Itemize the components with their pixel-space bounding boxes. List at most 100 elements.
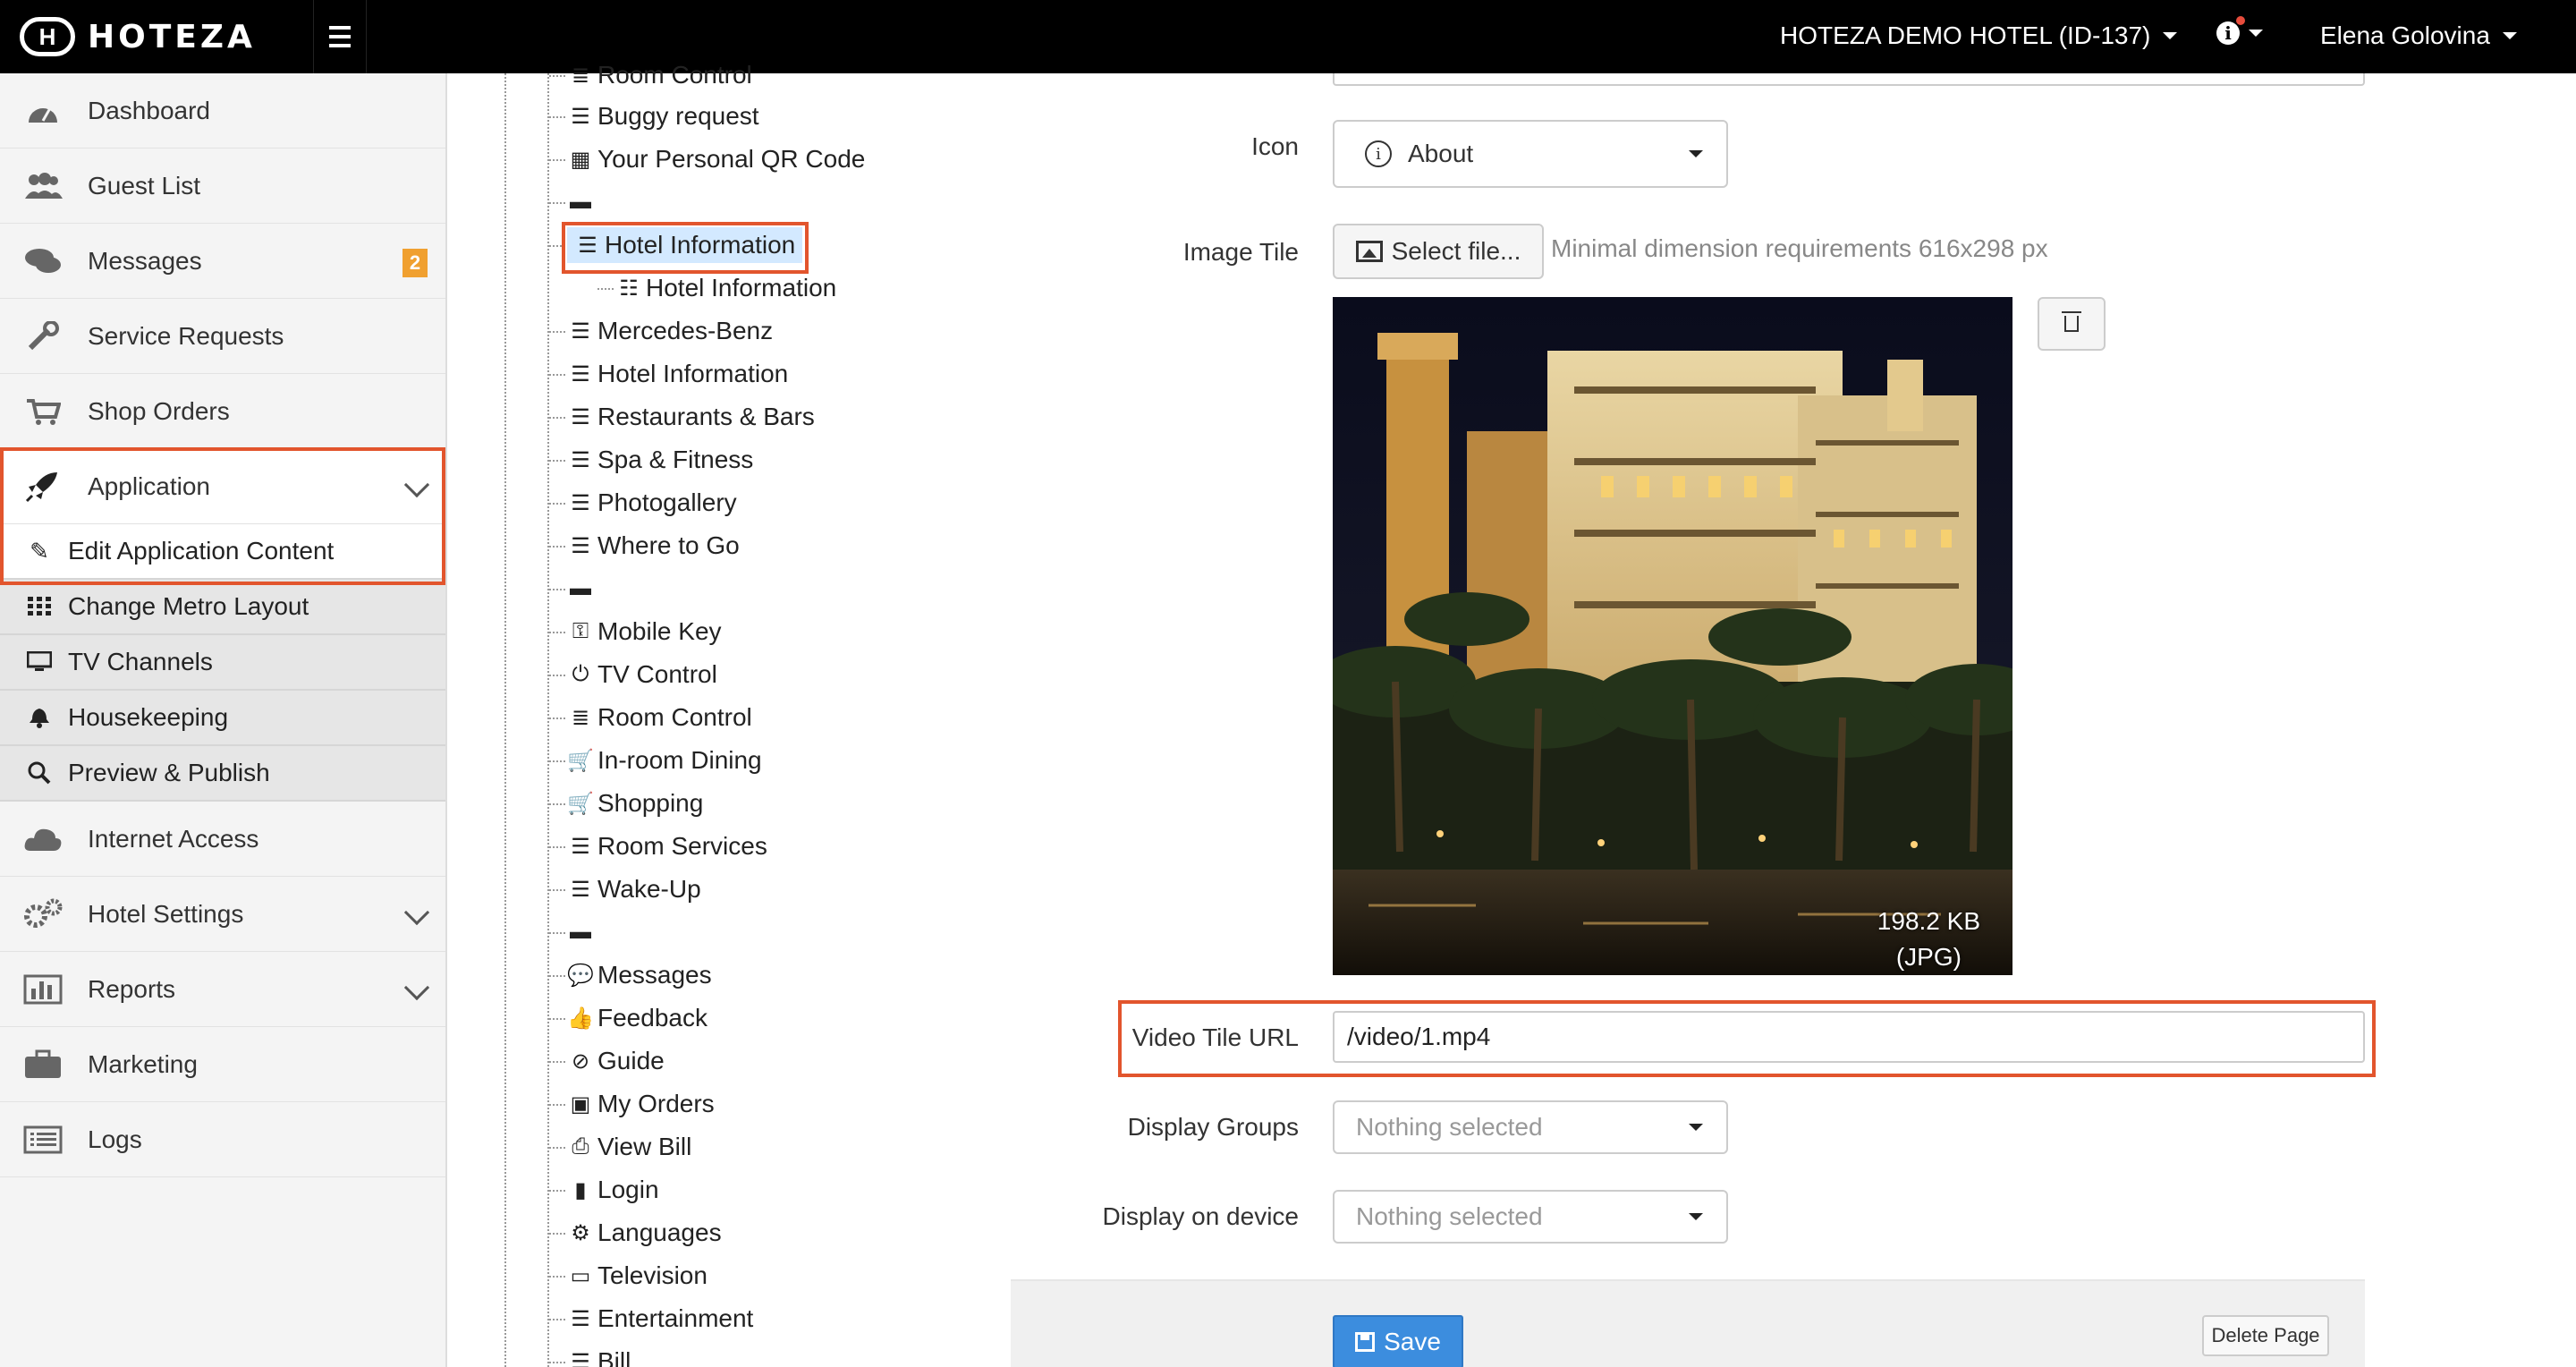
tree-node[interactable]: ≣ Room Control xyxy=(549,57,752,93)
monitor-icon xyxy=(25,651,54,673)
chevron-down-icon xyxy=(403,974,430,1001)
tree-node[interactable]: 👍 Feedback xyxy=(549,1000,708,1036)
sidebar-subitem-preview-publish[interactable]: Preview & Publish xyxy=(0,746,445,802)
sidebar: Dashboard Guest List Messages 2 Service … xyxy=(0,73,447,1367)
tree-guide-line xyxy=(547,73,549,1367)
top-bar: H HOTEZA HOTEZA DEMO HOTEL (ID-137) i El… xyxy=(0,0,2576,73)
tree-node-label: Mercedes-Benz xyxy=(597,317,774,344)
tree-node[interactable]: 🛒 In-room Dining xyxy=(549,743,762,778)
delete-image-button[interactable] xyxy=(2038,297,2106,351)
chevron-down-icon xyxy=(2249,30,2263,37)
tree-node[interactable]: ☰ Entertainment xyxy=(548,1301,753,1337)
sidebar-item-messages[interactable]: Messages 2 xyxy=(0,224,445,299)
hotel-photo xyxy=(1333,297,2012,975)
tree-node[interactable]: ☰ Where to Go xyxy=(549,528,740,564)
display-on-device-select[interactable]: Nothing selected xyxy=(1333,1190,1728,1244)
tree-node[interactable]: ▮ Login xyxy=(549,1172,659,1208)
sidebar-item-shop-orders[interactable]: Shop Orders xyxy=(0,374,445,449)
sidebar-item-logs[interactable]: Logs xyxy=(0,1102,445,1177)
tree-node[interactable]: ☰ Bill xyxy=(548,1344,631,1367)
image-tile-label: Image Tile xyxy=(1182,238,1299,266)
tree-node[interactable]: ⎙ View Bill xyxy=(548,1129,692,1165)
tree-node[interactable]: ☰ Hotel Information xyxy=(548,227,803,263)
tree-node-icon: ☰ xyxy=(571,877,590,902)
tree-node-icon: 🛒 xyxy=(567,791,594,816)
tree-node-icon: 🛒 xyxy=(567,748,594,773)
sidebar-item-reports[interactable]: Reports xyxy=(0,952,445,1027)
display-groups-select[interactable]: Nothing selected xyxy=(1333,1100,1728,1154)
rocket-icon xyxy=(16,469,70,505)
select-file-button[interactable]: Select file... xyxy=(1333,224,1544,279)
tree-node-icon: ☰ xyxy=(571,404,590,429)
tree-node[interactable]: ☰ Mercedes-Benz xyxy=(548,313,774,349)
tree-node[interactable]: ▬ xyxy=(549,184,597,220)
tree-node-icon: ▬ xyxy=(570,190,591,214)
tree-node[interactable]: ⊘ Guide xyxy=(549,1043,665,1079)
video-tile-url-input[interactable]: /video/1.mp4 xyxy=(1333,1011,2365,1063)
cogs-icon xyxy=(16,896,70,932)
sidebar-item-application[interactable]: Application xyxy=(0,449,445,524)
tree-node-label: Photogallery xyxy=(597,488,737,516)
users-icon xyxy=(16,168,70,204)
tree-node[interactable]: ⏻ TV Control xyxy=(549,657,717,692)
tree-node[interactable]: ▦ Your Personal QR Code xyxy=(548,141,865,177)
tree-node[interactable]: ☰ Restaurants & Bars xyxy=(549,399,815,435)
hotel-selector[interactable]: HOTEZA DEMO HOTEL (ID-137) xyxy=(1780,21,2178,50)
sidebar-subitem-tv-channels[interactable]: TV Channels xyxy=(0,635,445,691)
tree-node-label: Shopping xyxy=(597,789,704,817)
tree-guide-line xyxy=(504,73,506,1367)
tree-node-icon: ☰ xyxy=(571,104,590,129)
tree-node-icon: ☰ xyxy=(571,1306,590,1331)
sidebar-item-hotel-settings[interactable]: Hotel Settings xyxy=(0,877,445,952)
menu-toggle-icon[interactable] xyxy=(313,0,367,73)
tree-node[interactable]: 💬 Messages xyxy=(549,957,712,993)
tree-node-icon: ☰ xyxy=(571,1349,590,1367)
tree-node-label: Hotel Information xyxy=(597,360,789,387)
tree-node-label: View Bill xyxy=(597,1133,692,1160)
tree-node-icon: ☰ xyxy=(571,361,590,386)
save-button[interactable]: Save xyxy=(1333,1315,1463,1367)
tree-node-label: Room Control xyxy=(597,703,752,731)
icon-select-value: About xyxy=(1408,140,1474,167)
tree-node[interactable]: ☰ Spa & Fitness xyxy=(548,442,753,478)
tree-node[interactable]: ⚿ Mobile Key xyxy=(549,614,722,650)
tree-node[interactable]: ☰ Wake-Up xyxy=(549,871,701,907)
briefcase-icon xyxy=(16,1047,70,1083)
tree-node[interactable]: ▭ Television xyxy=(549,1258,708,1294)
tree-node[interactable]: ☰ Buggy request xyxy=(549,98,759,134)
tree-node[interactable]: ▬ xyxy=(549,914,597,950)
display-on-device-label: Display on device xyxy=(1102,1202,1299,1230)
tree-node[interactable]: ▣ My Orders xyxy=(549,1086,715,1122)
user-menu[interactable]: Elena Golovina xyxy=(2320,21,2517,50)
tree-node-icon: ☰ xyxy=(571,318,590,344)
info-menu[interactable]: i xyxy=(2216,16,2263,45)
tree-node-label: Room Control xyxy=(597,61,752,89)
tree-node-icon: ☰ xyxy=(578,233,597,258)
delete-page-button[interactable]: Delete Page xyxy=(2202,1315,2329,1356)
tree-node[interactable]: ☰ Photogallery xyxy=(549,485,737,521)
tree-node[interactable]: ⚙ Languages xyxy=(549,1215,722,1251)
form-footer xyxy=(1011,1279,2365,1367)
tree-node-icon: ▦ xyxy=(570,147,591,172)
tree-node-label: Room Services xyxy=(597,832,767,860)
tree-node[interactable]: 🛒 Shopping xyxy=(548,785,704,821)
tree-node-label: Feedback xyxy=(597,1004,708,1032)
tree-node[interactable]: ☰ Room Services xyxy=(549,828,767,864)
wrench-icon xyxy=(16,318,70,354)
sidebar-subitem-change-metro-layout[interactable]: Change Metro Layout xyxy=(0,580,445,635)
title-input[interactable] xyxy=(1333,73,2365,86)
logo-mark-icon: H xyxy=(20,17,75,56)
sidebar-subitem-housekeeping[interactable]: Housekeeping xyxy=(0,691,445,746)
hoteza-logo[interactable]: H HOTEZA xyxy=(20,16,256,57)
sidebar-item-internet-access[interactable]: Internet Access xyxy=(0,802,445,877)
sidebar-item-service-requests[interactable]: Service Requests xyxy=(0,299,445,374)
icon-select[interactable]: i About xyxy=(1333,120,1728,188)
tree-node[interactable]: ☷ Hotel Information xyxy=(597,270,836,306)
tree-node[interactable]: ☰ Hotel Information xyxy=(548,356,789,392)
sidebar-item-marketing[interactable]: Marketing xyxy=(0,1027,445,1102)
tree-node[interactable]: ≣ Room Control xyxy=(549,700,752,735)
sidebar-item-dashboard[interactable]: Dashboard xyxy=(0,73,445,149)
sidebar-item-guest-list[interactable]: Guest List xyxy=(0,149,445,224)
tree-node[interactable]: ▬ xyxy=(549,571,597,607)
sidebar-subitem-edit-application-content[interactable]: ✎ Edit Application Content xyxy=(0,524,445,580)
